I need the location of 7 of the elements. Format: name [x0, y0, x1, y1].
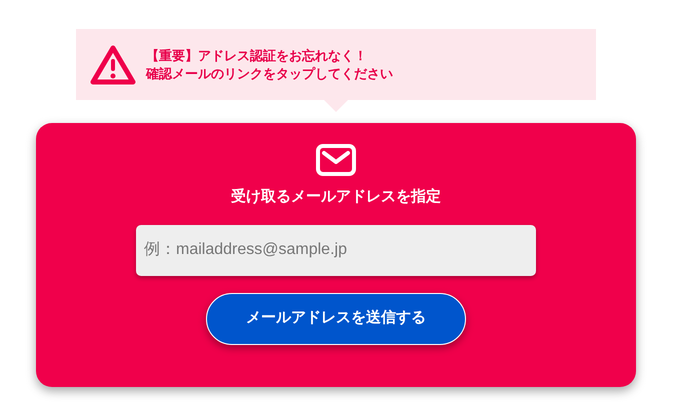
submit-button[interactable]: メールアドレスを送信する [206, 292, 466, 344]
notice-text: 【重要】アドレス認証をお忘れなく！ [146, 46, 368, 64]
notice-text: 確認メールのリンクをタップしてください [146, 64, 393, 82]
warning-icon [90, 44, 136, 84]
email-field[interactable]: 例：mailaddress@sample.jp [136, 224, 536, 276]
mail-icon [316, 144, 356, 176]
card-title: 受け取るメールアドレスを指定 [231, 187, 441, 207]
